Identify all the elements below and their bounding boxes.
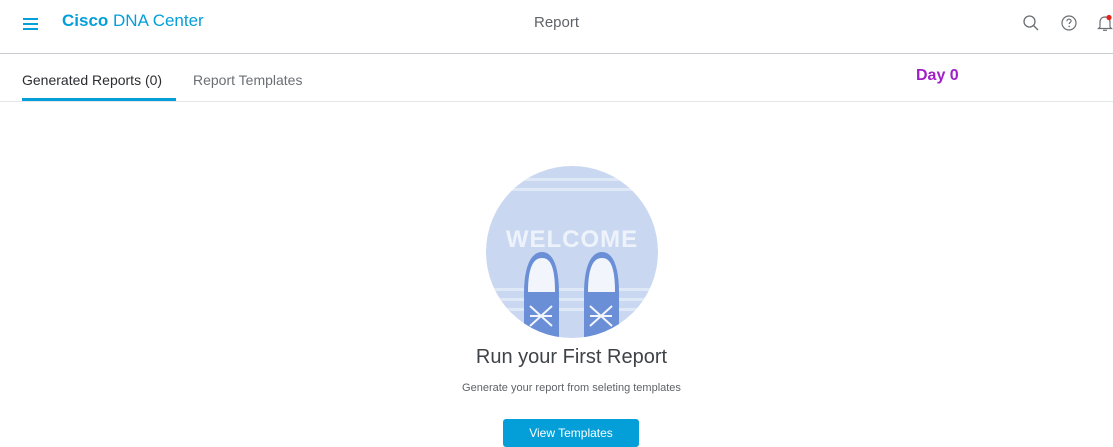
notification-bell-icon[interactable] <box>1096 14 1113 32</box>
active-tab-indicator <box>22 98 176 101</box>
welcome-text: WELCOME <box>505 226 639 253</box>
report-tabs: Generated Reports (0) Report Templates D… <box>0 54 1113 102</box>
tab-report-templates[interactable]: Report Templates <box>193 72 302 88</box>
help-icon[interactable] <box>1060 14 1078 32</box>
day-0-annotation: Day 0 <box>916 67 959 84</box>
search-icon[interactable] <box>1022 14 1040 32</box>
top-header: Cisco DNA Center Report <box>0 0 1113 54</box>
page-title: Report <box>533 14 580 31</box>
welcome-illustration: WELCOME <box>486 166 658 338</box>
empty-state-title: Run your First Report <box>475 346 668 368</box>
tab-generated-reports[interactable]: Generated Reports (0) <box>22 72 162 88</box>
empty-state-subtitle: Generate your report from seleting templ… <box>462 382 681 394</box>
